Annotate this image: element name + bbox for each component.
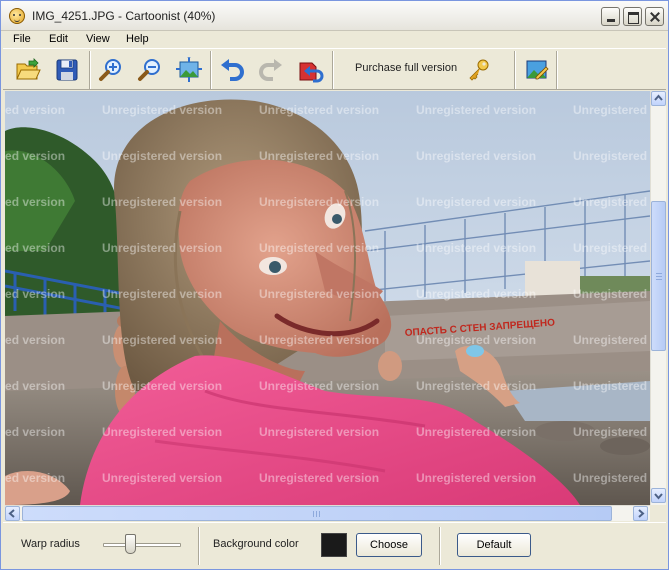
- zoom-out-icon[interactable]: [134, 54, 166, 86]
- background-color-swatch[interactable]: [321, 533, 347, 557]
- toolbar-divider: [210, 51, 212, 89]
- options-panel: Warp radius Background color Choose Defa…: [3, 522, 666, 568]
- fit-to-window-icon[interactable]: [173, 54, 205, 86]
- menu-view[interactable]: View: [86, 33, 110, 45]
- scroll-up-button[interactable]: [651, 91, 666, 106]
- image-edit-icon[interactable]: [521, 54, 553, 86]
- toolbar-divider: [556, 51, 558, 89]
- toolbar-divider: [89, 51, 91, 89]
- reset-icon[interactable]: [294, 54, 326, 86]
- minimize-button[interactable]: [601, 7, 620, 26]
- vertical-scroll-thumb[interactable]: [651, 201, 666, 351]
- close-button[interactable]: [645, 7, 664, 26]
- horizontal-scroll-thumb[interactable]: [22, 506, 612, 521]
- vertical-scrollbar[interactable]: [650, 91, 666, 505]
- default-button[interactable]: Default: [457, 533, 531, 557]
- title-bar[interactable]: IMG_4251.JPG - Cartoonist (40%): [1, 1, 668, 31]
- menu-help[interactable]: Help: [126, 33, 149, 45]
- horizontal-scrollbar[interactable]: [5, 505, 650, 521]
- zoom-in-icon[interactable]: [95, 54, 127, 86]
- menu-file[interactable]: File: [13, 33, 31, 45]
- toolbar: Purchase full version: [3, 48, 666, 90]
- menu-bar: File Edit View Help: [1, 31, 668, 48]
- cartoon-face-icon[interactable]: [9, 8, 25, 24]
- undo-icon[interactable]: [216, 54, 248, 86]
- warp-radius-slider[interactable]: [125, 534, 137, 554]
- panel-divider: [439, 527, 441, 565]
- choose-button[interactable]: Choose: [356, 533, 422, 557]
- cartoonized-photo: ОПАСТЬ С СТЕН ЗАПРЕЩЕНО: [5, 91, 650, 505]
- background-color-label: Background color: [213, 538, 299, 550]
- scroll-down-button[interactable]: [651, 488, 666, 503]
- menu-edit[interactable]: Edit: [49, 33, 68, 45]
- key-icon[interactable]: [467, 58, 491, 82]
- open-folder-icon[interactable]: [12, 54, 44, 86]
- image-canvas[interactable]: ОПАСТЬ С СТЕН ЗАПРЕЩЕНО ed version Unreg…: [5, 91, 650, 505]
- warp-radius-track[interactable]: [103, 543, 181, 547]
- purchase-label[interactable]: Purchase full version: [355, 62, 457, 74]
- scroll-left-button[interactable]: [5, 506, 20, 521]
- redo-icon[interactable]: [255, 54, 287, 86]
- toolbar-divider: [332, 51, 334, 89]
- scrollbar-corner: [650, 505, 666, 521]
- scroll-right-button[interactable]: [633, 506, 648, 521]
- maximize-button[interactable]: [623, 7, 642, 26]
- warp-radius-label: Warp radius: [21, 538, 80, 550]
- save-disk-icon[interactable]: [51, 54, 83, 86]
- window-title: IMG_4251.JPG - Cartoonist (40%): [32, 9, 216, 23]
- panel-divider: [198, 527, 200, 565]
- app-window: IMG_4251.JPG - Cartoonist (40%) File Edi…: [0, 0, 669, 570]
- toolbar-divider: [514, 51, 516, 89]
